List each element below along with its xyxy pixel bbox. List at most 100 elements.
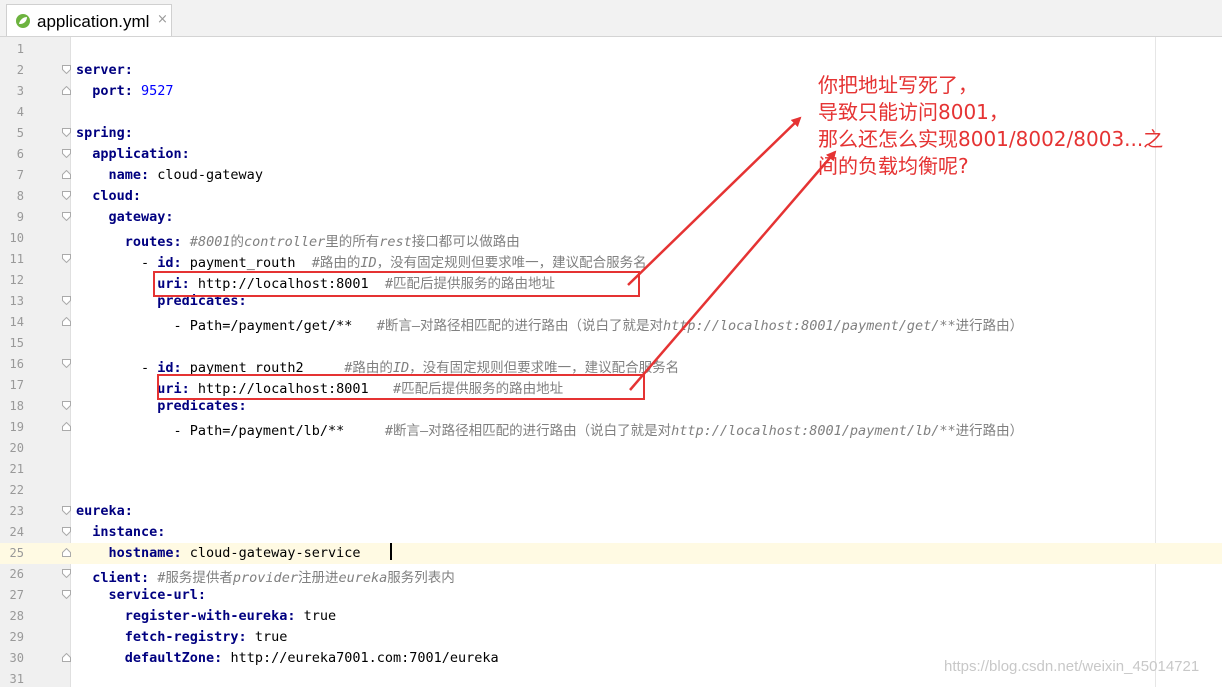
line-number: 2: [16, 63, 24, 77]
code-line[interactable]: 22: [0, 480, 1222, 501]
yaml-key: id:: [157, 255, 190, 271]
fold-end-icon[interactable]: [62, 86, 71, 95]
line-number: 15: [9, 336, 24, 350]
fold-open-icon[interactable]: [62, 359, 71, 368]
yaml-comment: #断言—对路径相匹配的进行路由（说白了就是对: [384, 423, 672, 439]
yaml-comment: http://localhost:8001/payment/get/**: [663, 318, 956, 334]
yaml-value: true: [254, 629, 288, 645]
code-text: - Path=/payment/get/** #断言—对路径相匹配的进行路由（说…: [76, 314, 1024, 334]
yaml-key: server:: [76, 62, 133, 78]
yaml-comment: ID: [360, 255, 377, 271]
yaml-comment: 的: [230, 234, 244, 250]
tab-application-yml[interactable]: application.yml ×: [6, 4, 172, 36]
fold-open-icon[interactable]: [62, 569, 71, 578]
yaml-key: cloud:: [76, 188, 142, 204]
line-number: 11: [9, 252, 24, 266]
code-line[interactable]: 23 eureka:: [0, 501, 1222, 522]
yaml-comment: #服务提供者: [157, 570, 233, 586]
code-text: application:: [76, 146, 190, 162]
fold-end-icon[interactable]: [62, 653, 71, 662]
code-line[interactable]: 1: [0, 39, 1222, 60]
yaml-comment: provider: [232, 570, 298, 586]
code-line[interactable]: 21: [0, 459, 1222, 480]
code-text: name: cloud-gateway: [76, 167, 263, 183]
text-caret: [390, 543, 392, 560]
yaml-key: hostname:: [76, 545, 190, 561]
line-number: 19: [9, 420, 24, 434]
fold-end-icon[interactable]: [62, 422, 71, 431]
code-line[interactable]: 28 register-with-eureka: true: [0, 606, 1222, 627]
code-line[interactable]: 20: [0, 438, 1222, 459]
code-line[interactable]: 24 instance:: [0, 522, 1222, 543]
code-line[interactable]: 19 - Path=/payment/lb/** #断言—对路径相匹配的进行路由…: [0, 417, 1222, 439]
fold-open-icon[interactable]: [62, 128, 71, 137]
line-number: 21: [9, 462, 24, 476]
highlight-box-uri-1: [153, 271, 640, 297]
code-line[interactable]: 29 fetch-registry: true: [0, 627, 1222, 648]
code-text: eureka:: [76, 503, 133, 519]
yaml-key: eureka:: [76, 503, 133, 519]
line-number: 28: [9, 609, 24, 623]
fold-end-icon[interactable]: [62, 170, 71, 179]
tab-label: application.yml: [37, 12, 150, 31]
fold-open-icon[interactable]: [62, 527, 71, 536]
annotation-note: 你把地址写死了， 导致只能访问8001， 那么还怎么实现8001/8002/80…: [818, 73, 1164, 178]
fold-open-icon[interactable]: [62, 191, 71, 200]
yaml-comment: 里的所有: [325, 234, 380, 250]
code-line[interactable]: 14 - Path=/payment/get/** #断言—对路径相匹配的进行路…: [0, 312, 1222, 334]
line-number: 17: [9, 378, 24, 392]
yaml-value: payment_routh: [189, 255, 312, 271]
line-number: 31: [9, 672, 24, 686]
fold-open-icon[interactable]: [62, 65, 71, 74]
code-text: hostname: cloud-gateway-service: [76, 545, 361, 561]
code-line[interactable]: 16 - id: payment_routh2 #路由的ID，没有固定规则但要求…: [0, 354, 1222, 376]
line-number: 10: [9, 231, 24, 245]
code-text: fetch-registry: true: [76, 629, 288, 645]
highlight-box-uri-2: [157, 374, 645, 400]
fold-open-icon[interactable]: [62, 212, 71, 221]
watermark: https://blog.csdn.net/weixin_45014721: [944, 658, 1200, 675]
fold-open-icon[interactable]: [62, 149, 71, 158]
yaml-key: instance:: [76, 524, 166, 540]
line-number: 5: [16, 126, 24, 140]
yaml-comment: 进行路由）: [955, 318, 1024, 334]
line-number: 4: [16, 105, 24, 119]
yaml-comment: 服务列表内: [387, 570, 455, 586]
code-line[interactable]: 11 - id: payment_routh #路由的ID，没有固定规则但要求唯…: [0, 249, 1222, 271]
code-line[interactable]: 26 client: #服务提供者provider注册进eureka服务列表内: [0, 564, 1222, 586]
code-text: - id: payment_routh #路由的ID，没有固定规则但要求唯一，建…: [76, 251, 647, 271]
fold-open-icon[interactable]: [62, 506, 71, 515]
line-number: 23: [9, 504, 24, 518]
yaml-key: spring:: [76, 125, 133, 141]
yaml-comment: 注册进: [297, 570, 339, 586]
yaml-number: 9527: [141, 83, 174, 99]
code-line[interactable]: 27 service-url:: [0, 585, 1222, 606]
fold-end-icon[interactable]: [62, 317, 71, 326]
code-line[interactable]: 9 gateway:: [0, 207, 1222, 228]
yaml-value: cloud-gateway-service: [189, 545, 361, 561]
code-line[interactable]: 10 routes: #8001的controller里的所有rest接口都可以…: [0, 228, 1222, 250]
code-line[interactable]: 15: [0, 333, 1222, 354]
yaml-comment: #路由的: [311, 255, 361, 271]
line-number: 18: [9, 399, 24, 413]
fold-open-icon[interactable]: [62, 254, 71, 263]
line-number: 24: [9, 525, 24, 539]
code-text: predicates:: [76, 398, 246, 414]
fold-open-icon[interactable]: [62, 401, 71, 410]
yaml-key: port:: [76, 83, 142, 99]
fold-open-icon[interactable]: [62, 590, 71, 599]
fold-end-icon[interactable]: [62, 548, 71, 557]
yaml-comment: rest: [379, 234, 412, 250]
line-number: 30: [9, 651, 24, 665]
yaml-key: client:: [76, 570, 158, 586]
code-line[interactable]: 8 cloud:: [0, 186, 1222, 207]
code-line[interactable]: 25 hostname: cloud-gateway-service: [0, 543, 1222, 564]
line-number: 6: [16, 147, 24, 161]
fold-open-icon[interactable]: [62, 296, 71, 305]
close-icon[interactable]: ×: [157, 12, 168, 27]
code-text: routes: #8001的controller里的所有rest接口都可以做路由: [76, 230, 520, 250]
yaml-value: http://eureka7001.com:7001/eureka: [230, 650, 499, 666]
line-number: 14: [9, 315, 24, 329]
editor-tab-bar: application.yml ×: [0, 0, 1222, 37]
line-number: 25: [9, 546, 24, 560]
